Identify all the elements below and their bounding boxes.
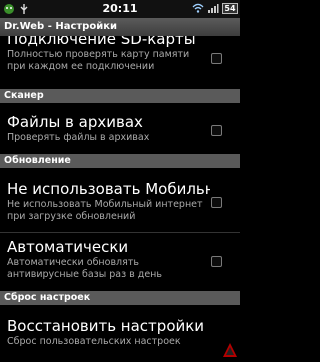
pref-sd-card[interactable]: Подключение SD-карты Полностью проверять… — [0, 36, 240, 73]
auto-update-checkbox[interactable] — [211, 256, 222, 267]
archives-checkbox[interactable] — [211, 125, 222, 136]
pref-archives-summary: Проверять файлы в архивах — [7, 132, 150, 143]
pref-archives[interactable]: Файлы в архивах Проверять файлы в архива… — [0, 113, 240, 144]
pref-restore-settings[interactable]: Восстановить настройки Сброс пользовател… — [0, 317, 240, 348]
pref-mobile-internet-title: Не использовать Мобильный интернет — [7, 180, 210, 198]
category-reset: Сброс настроек — [0, 291, 240, 305]
divider — [0, 232, 240, 233]
pref-auto-update-summary: Автоматически обновлять антивирусные баз… — [7, 257, 162, 280]
category-scanner: Сканер — [0, 89, 240, 103]
watermark-logo-icon — [222, 342, 238, 358]
category-update: Обновление — [0, 154, 240, 168]
pref-restore-settings-title: Восстановить настройки — [7, 317, 205, 335]
app-title: Dr.Web - Настройки — [0, 18, 240, 36]
pref-auto-update[interactable]: Автоматически Автоматически обновлять ан… — [0, 238, 240, 281]
sd-card-checkbox[interactable] — [211, 53, 222, 64]
pref-restore-settings-summary: Сброс пользовательских настроек — [7, 336, 181, 347]
pref-auto-update-title: Автоматически — [7, 238, 129, 256]
pref-sd-card-title: Подключение SD-карты — [7, 36, 196, 48]
status-bar: 20:11 54 — [0, 0, 240, 18]
wifi-icon — [192, 2, 204, 14]
battery-icon: 54 — [222, 2, 238, 14]
pref-mobile-internet-summary: Не использовать Мобильный интернет при з… — [7, 199, 203, 222]
pref-sd-card-summary: Полностью проверять карту памяти при каж… — [7, 49, 190, 72]
mobile-internet-checkbox[interactable] — [211, 197, 222, 208]
preferences-list: Подключение SD-карты Полностью проверять… — [0, 36, 240, 360]
pref-mobile-internet[interactable]: Не использовать Мобильный интернет Не ис… — [0, 180, 240, 223]
signal-icon — [207, 2, 219, 14]
pref-archives-title: Файлы в архивах — [7, 113, 143, 131]
